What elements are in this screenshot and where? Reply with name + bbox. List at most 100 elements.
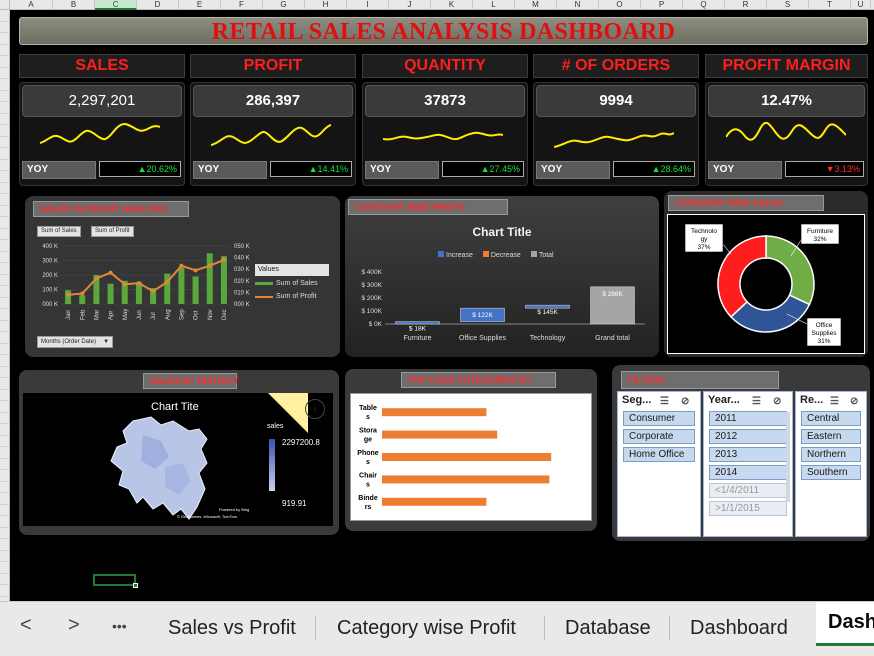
sum-of-sales-field-button[interactable]: Sum of Sales [37,226,81,237]
clear-filter-icon[interactable]: ⊘ [681,394,689,410]
slicer-item[interactable]: Home Office [623,447,695,462]
column-header-m[interactable]: M [515,0,557,10]
clear-filter-icon[interactable]: ⊘ [773,394,781,410]
column-header-k[interactable]: K [431,0,473,10]
row-header-cell[interactable] [0,574,9,585]
column-header-b[interactable]: B [53,0,95,10]
column-header-p[interactable]: P [641,0,683,10]
tab-dash-active[interactable]: Dash [816,602,874,646]
row-header-cell[interactable] [0,298,9,309]
row-header-cell[interactable] [0,102,9,114]
previous-sheet-button[interactable]: < [20,614,32,637]
row-header-cell[interactable] [0,286,9,298]
row-header-cell[interactable] [0,470,9,482]
sum-of-profit-field-button[interactable]: Sum of Profit [91,226,134,237]
row-header-cell[interactable] [0,45,9,56]
region-slicer[interactable]: Re... ☰ ⊘ Central Eastern Northern Southern [795,391,867,537]
multi-select-icon[interactable]: ☰ [830,394,839,410]
category-profit-panel[interactable]: CATEGORY WISE PROFIT Chart Title Increas… [345,196,659,357]
row-header-cell[interactable] [0,539,9,551]
row-header-cell[interactable] [0,390,9,401]
kpi-card-sales[interactable]: 2,297,201 YOY ▲20.62% [19,82,185,186]
column-header-d[interactable]: D [137,0,179,10]
row-header-cell[interactable] [0,206,9,217]
clear-filter-icon[interactable]: ⊘ [850,394,858,410]
kpi-card-quantity[interactable]: 37873 YOY ▲27.45% [362,82,528,186]
top5-subcategories-panel[interactable]: TOP 5 SUB CATEGORIES BY Table s Stora ge Pho… [345,369,597,531]
slicer-item-no-data[interactable]: <1/4/2011 [709,483,787,498]
row-header-cell[interactable] [0,171,9,183]
row-header-cell[interactable] [0,148,9,160]
row-header-cell[interactable] [0,528,9,539]
column-header-o[interactable]: O [599,0,641,10]
row-header-cell[interactable] [0,160,9,171]
tab-category-wise-profit[interactable]: Category wise Profit [337,616,516,644]
slicer-item[interactable]: Eastern [801,429,861,444]
category-sales-panel[interactable]: CATEGORY WISE SALES Furniture 32% Office Su… [664,191,868,357]
column-header-f[interactable]: F [221,0,263,10]
row-header-cell[interactable] [0,22,9,33]
slicer-item-no-data[interactable]: >1/1/2015 [709,501,787,516]
column-header-u[interactable]: U [851,0,871,10]
tab-database[interactable]: Database [565,616,651,644]
row-header-cell[interactable] [0,275,9,286]
row-header-cell[interactable] [0,436,9,447]
next-sheet-button[interactable]: > [68,614,80,637]
slicer-item[interactable]: 2014 [709,465,787,480]
kpi-card-profit-margin[interactable]: 12.47% YOY ▼3.13% [705,82,868,186]
row-header-cell[interactable] [0,447,9,459]
info-icon[interactable]: i [305,399,325,419]
selected-cell[interactable] [93,574,138,588]
row-header-cell[interactable] [0,482,9,493]
row-header-cell[interactable] [0,321,9,332]
row-header-cell[interactable] [0,378,9,390]
column-header-s[interactable]: S [767,0,809,10]
more-sheets-button[interactable]: ••• [112,618,127,634]
row-header-cell[interactable] [0,79,9,91]
column-header-q[interactable]: Q [683,0,725,10]
select-all-corner[interactable] [0,0,10,10]
row-header-cell[interactable] [0,217,9,229]
column-header-g[interactable]: G [263,0,305,10]
row-header-cell[interactable] [0,183,9,194]
slicer-item[interactable]: 2012 [709,429,787,444]
column-header-c[interactable]: C [95,0,137,10]
slicer-item[interactable]: Consumer [623,411,695,426]
row-header-cell[interactable] [0,401,9,413]
slicer-item[interactable]: Southern [801,465,861,480]
row-header-cell[interactable] [0,551,9,562]
row-header-cell[interactable] [0,585,9,597]
multi-select-icon[interactable]: ☰ [752,394,761,410]
column-header-a[interactable]: A [10,0,53,10]
row-header-cell[interactable] [0,68,9,79]
row-header-cell[interactable] [0,344,9,355]
months-filter-button[interactable]: Months (Order Date) ▼ [37,336,114,348]
column-header-l[interactable]: L [473,0,515,10]
row-header-cell[interactable] [0,10,9,22]
row-header-cell[interactable] [0,125,9,137]
column-header-j[interactable]: J [389,0,431,10]
multi-select-icon[interactable]: ☰ [660,394,669,410]
slicer-item[interactable]: 2013 [709,447,787,462]
row-header-cell[interactable] [0,355,9,367]
row-header-cell[interactable] [0,459,9,470]
year-scrollbar[interactable] [786,412,790,502]
year-slicer[interactable]: Year... ☰ ⊘ 2011 2012 2013 2014 <1/4/2011 >1/… [703,391,793,537]
column-header-h[interactable]: H [305,0,347,10]
row-header-cell[interactable] [0,252,9,263]
segment-slicer[interactable]: Seg... ☰ ⊘ Consumer Corporate Home Office [617,391,701,537]
row-header-cell[interactable] [0,505,9,516]
kpi-card-profit[interactable]: 286,397 YOY ▲14.41% [190,82,356,186]
row-header-cell[interactable] [0,332,9,344]
slicer-item[interactable]: 2011 [709,411,787,426]
row-header-cell[interactable] [0,240,9,252]
row-header-cell[interactable] [0,562,9,574]
row-header-cell[interactable] [0,367,9,378]
row-header-cell[interactable] [0,56,9,68]
row-header-cell[interactable] [0,309,9,321]
sales-by-district-panel[interactable]: SALES BY DISTRICT Chart Tite i sales 229… [19,370,339,535]
slicer-item[interactable]: Corporate [623,429,695,444]
tab-dashboard[interactable]: Dashboard [690,616,788,644]
tab-sales-vs-profit[interactable]: Sales vs Profit [168,616,296,644]
row-header-cell[interactable] [0,516,9,528]
